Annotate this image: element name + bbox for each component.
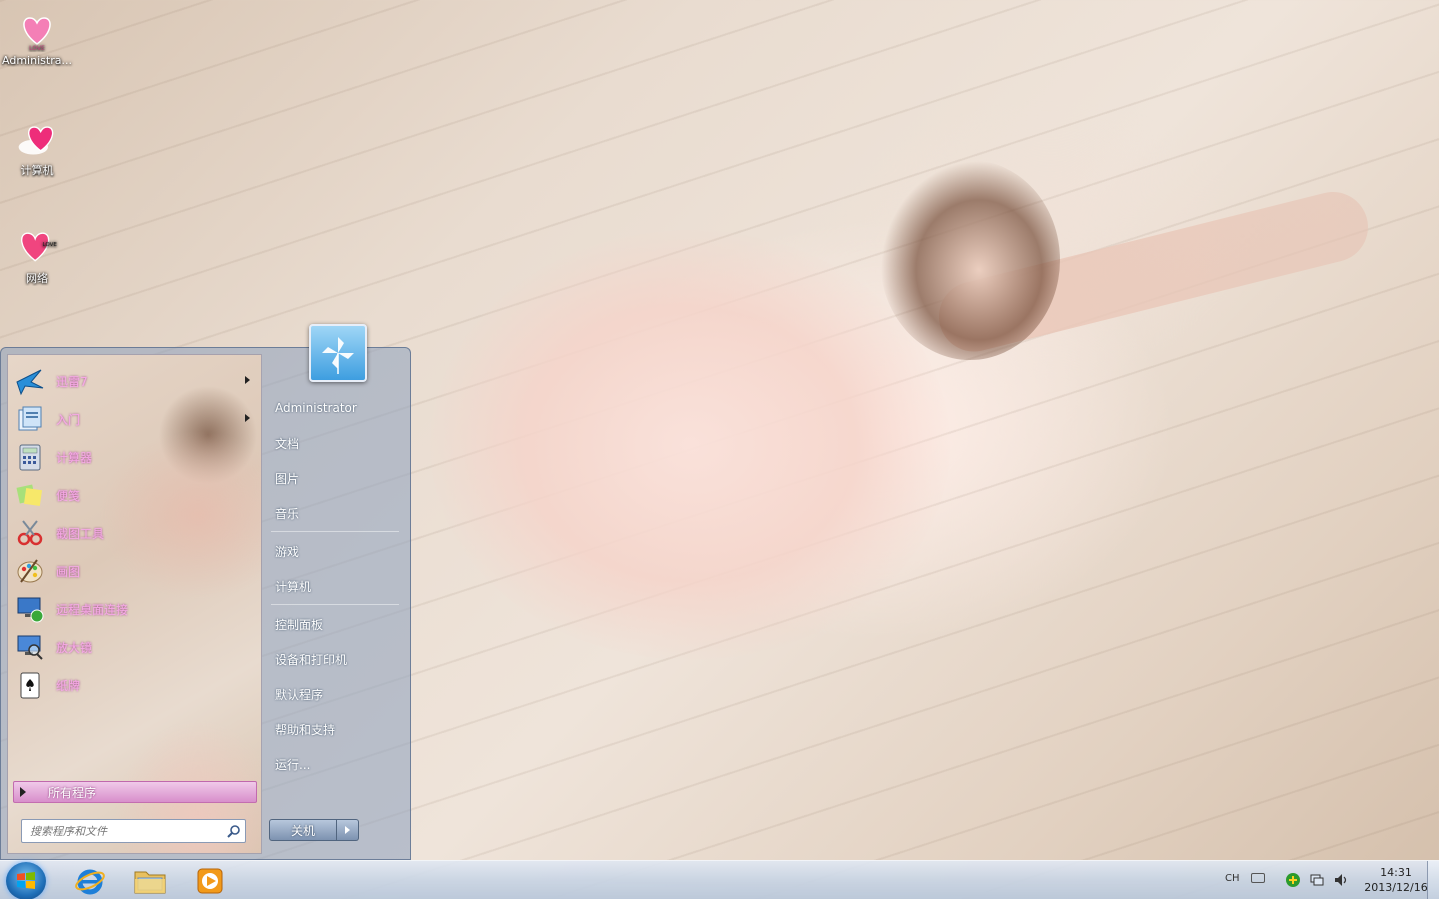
snipping-tool-icon (14, 517, 46, 549)
program-label: 远程桌面连接 (56, 602, 129, 617)
pictures-link[interactable]: 图片 (269, 465, 403, 491)
program-label: 放大镜 (56, 640, 93, 655)
program-item-getting-started[interactable]: 入门 (14, 401, 260, 437)
wallpaper-figure-head (880, 160, 1060, 360)
start-button[interactable] (6, 862, 46, 899)
help-support-link[interactable]: 帮助和支持 (269, 716, 403, 742)
system-tray: CH 14:31 2013/12/16 (1199, 861, 1439, 899)
program-item-remote-desktop[interactable]: 远程桌面连接 (14, 591, 260, 627)
start-menu: 迅雷7 入门 计算器 便笺 截图工具 画图 远程桌面连接 放大镜 纸牌 所有程序… (0, 324, 411, 861)
program-item-snipping-tool[interactable]: 截图工具 (14, 515, 260, 551)
program-item-magnifier[interactable]: 放大镜 (14, 629, 260, 665)
shutdown-options-button[interactable] (337, 819, 359, 841)
taskbar-ie-button[interactable] (62, 863, 118, 899)
taskbar-media-player-button[interactable] (182, 863, 238, 899)
default-programs-link[interactable]: 默认程序 (269, 681, 403, 707)
computer-link[interactable]: 计算机 (269, 573, 403, 599)
media-player-icon (197, 868, 223, 894)
keyboard-icon[interactable] (1251, 873, 1265, 883)
desktop-icon-label: 计算机 (20, 164, 54, 177)
program-label: 入门 (56, 412, 81, 427)
network-status-icon[interactable] (1309, 872, 1325, 888)
security-shield-icon[interactable] (1285, 872, 1301, 888)
menu-separator (271, 531, 399, 532)
clock-time: 14:31 (1380, 866, 1412, 879)
submenu-arrow-icon (245, 376, 250, 384)
taskbar: CH 14:31 2013/12/16 (0, 860, 1439, 899)
documents-link[interactable]: 文档 (269, 430, 403, 456)
user-folder-link[interactable]: Administrator (269, 395, 403, 421)
all-programs-label: 所有程序 (48, 785, 97, 800)
svg-text:LOVE: LOVE (29, 45, 45, 52)
solitaire-cards-icon (14, 669, 46, 701)
shutdown-button[interactable]: 关机 (269, 819, 337, 841)
shutdown-control: 关机 (269, 819, 359, 841)
search-input[interactable] (22, 824, 223, 838)
sticky-notes-icon (14, 479, 46, 511)
program-item-calculator[interactable]: 计算器 (14, 439, 260, 475)
show-desktop-button[interactable] (1427, 861, 1439, 899)
svg-text:LOVE: LOVE (43, 242, 58, 248)
run-link[interactable]: 运行... (269, 751, 403, 777)
music-link[interactable]: 音乐 (269, 500, 403, 526)
program-label: 画图 (56, 564, 81, 579)
ie-icon (75, 869, 105, 895)
love-heart-icon: LOVE (15, 8, 59, 52)
taskbar-clock[interactable]: 14:31 2013/12/16 (1359, 865, 1433, 895)
network-heart-icon: LOVE (15, 224, 59, 268)
calculator-icon (14, 441, 46, 473)
computer-heart-icon (15, 116, 59, 160)
program-label: 迅雷7 (56, 374, 88, 389)
wallpaper-figure-dress (430, 230, 950, 660)
program-item-sticky-notes[interactable]: 便笺 (14, 477, 260, 513)
desktop-icon-label: 网络 (26, 272, 48, 285)
program-label: 截图工具 (56, 526, 105, 541)
devices-printers-link[interactable]: 设备和打印机 (269, 646, 403, 672)
pinwheel-icon (322, 337, 354, 374)
paint-palette-icon (14, 555, 46, 587)
search-icon[interactable] (223, 820, 245, 842)
start-menu-places-pane: Administrator 文档 图片 音乐 游戏 计算机 控制面板 设备和打印… (263, 324, 411, 861)
thunder-bird-icon (14, 365, 46, 397)
program-label: 计算器 (56, 450, 93, 465)
remote-desktop-icon (14, 593, 46, 625)
clock-date: 2013/12/16 (1364, 881, 1428, 894)
windows-logo-icon (17, 872, 35, 889)
getting-started-icon (14, 403, 46, 435)
all-programs-arrow-icon (20, 787, 26, 797)
desktop-icon-network[interactable]: LOVE 网络 (0, 224, 74, 286)
chevron-right-icon (345, 826, 350, 834)
program-item-xunlei[interactable]: 迅雷7 (14, 363, 260, 399)
program-label: 纸牌 (56, 678, 81, 693)
language-indicator[interactable]: CH (1225, 873, 1240, 884)
program-label: 便笺 (56, 488, 81, 503)
magnifier-icon (14, 631, 46, 663)
desktop-icon-computer[interactable]: 计算机 (0, 116, 74, 178)
user-avatar[interactable] (309, 324, 367, 382)
desktop-icon-administrator[interactable]: LOVE Administra... (0, 8, 74, 67)
taskbar-explorer-button[interactable] (122, 863, 178, 899)
program-item-paint[interactable]: 画图 (14, 553, 260, 589)
start-search-box[interactable] (21, 819, 246, 843)
menu-separator (271, 604, 399, 605)
volume-icon[interactable] (1333, 872, 1349, 888)
games-link[interactable]: 游戏 (269, 538, 403, 564)
start-menu-programs-pane: 迅雷7 入门 计算器 便笺 截图工具 画图 远程桌面连接 放大镜 纸牌 所有程序… (7, 354, 262, 854)
submenu-arrow-icon (245, 414, 250, 422)
program-item-solitaire[interactable]: 纸牌 (14, 667, 260, 703)
control-panel-link[interactable]: 控制面板 (269, 611, 403, 637)
desktop-icon-label: Administra... (2, 54, 72, 67)
all-programs-button[interactable]: 所有程序 (13, 781, 257, 803)
folder-icon (134, 871, 166, 894)
